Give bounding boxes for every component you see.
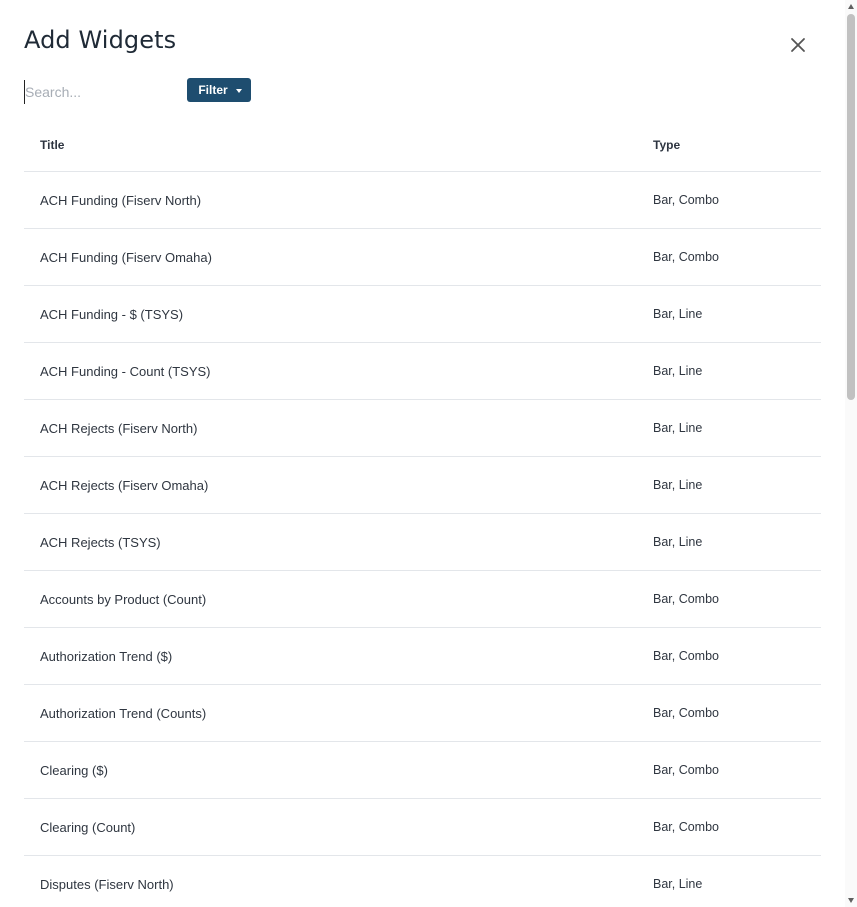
table-row[interactable]: Authorization Trend (Counts) Bar, Combo xyxy=(24,685,821,742)
row-title-cell: ACH Rejects (TSYS) xyxy=(40,535,161,550)
table-body: ACH Funding (Fiserv North) Bar, Combo ACH … xyxy=(24,172,821,907)
row-type-cell: Bar, Combo xyxy=(653,763,720,777)
table-row[interactable]: ACH Funding (Fiserv Omaha) Bar, Combo xyxy=(24,229,821,286)
row-type-cell: Bar, Combo xyxy=(653,649,720,663)
table-row[interactable]: ACH Funding - $ (TSYS) Bar, Line xyxy=(24,286,821,343)
table-row[interactable]: Disputes (Fiserv North) Bar, Line xyxy=(24,856,821,907)
row-type-cell: Bar, Line xyxy=(653,307,703,321)
add-widgets-dialog: Add Widgets Filter Title Type ACH Fundin… xyxy=(0,0,857,907)
close-button[interactable] xyxy=(787,34,809,56)
row-type-cell: Bar, Line xyxy=(653,478,703,492)
row-type-cell: Bar, Line xyxy=(653,364,703,378)
row-type-cell: Bar, Line xyxy=(653,421,703,435)
row-title-cell: Disputes (Fiserv North) xyxy=(40,877,174,892)
column-header-title: Title xyxy=(40,138,65,152)
row-type-cell: Bar, Combo xyxy=(653,592,720,606)
row-title-cell: ACH Rejects (Fiserv North) xyxy=(40,421,198,436)
table-row[interactable]: Clearing ($) Bar, Combo xyxy=(24,742,821,799)
row-type-cell: Bar, Combo xyxy=(653,820,720,834)
table-row[interactable]: ACH Funding - Count (TSYS) Bar, Line xyxy=(24,343,821,400)
row-title-cell: ACH Funding (Fiserv Omaha) xyxy=(40,250,212,265)
row-title-cell: ACH Funding - $ (TSYS) xyxy=(40,307,184,322)
table-row[interactable]: Authorization Trend ($) Bar, Combo xyxy=(24,628,821,685)
table-row[interactable]: Accounts by Product (Count) Bar, Combo xyxy=(24,571,821,628)
filter-button[interactable]: Filter xyxy=(187,78,251,102)
row-title-cell: ACH Rejects (Fiserv Omaha) xyxy=(40,478,209,493)
row-type-cell: Bar, Line xyxy=(653,535,703,549)
row-type-cell: Bar, Combo xyxy=(653,250,720,264)
table-row[interactable]: Clearing (Count) Bar, Combo xyxy=(24,799,821,856)
scroll-down-arrow-icon[interactable] xyxy=(848,898,854,903)
row-type-cell: Bar, Combo xyxy=(653,193,720,207)
widgets-table: Title Type ACH Funding (Fiserv North) Bar… xyxy=(24,117,821,907)
row-title-cell: Clearing ($) xyxy=(40,763,108,778)
vertical-scrollbar[interactable] xyxy=(845,0,857,907)
row-title-cell: Accounts by Product (Count) xyxy=(40,592,207,607)
row-title-cell: ACH Funding (Fiserv North) xyxy=(40,193,202,208)
row-type-cell: Bar, Combo xyxy=(653,706,720,720)
row-title-cell: ACH Funding - Count (TSYS) xyxy=(40,364,211,379)
row-type-cell: Bar, Line xyxy=(653,877,703,891)
table-row[interactable]: ACH Rejects (TSYS) Bar, Line xyxy=(24,514,821,571)
caret-down-icon xyxy=(235,88,242,93)
column-header-type: Type xyxy=(653,138,681,152)
row-title-cell: Authorization Trend ($) xyxy=(40,649,173,664)
table-row[interactable]: ACH Funding (Fiserv North) Bar, Combo xyxy=(24,172,821,229)
search-input[interactable] xyxy=(24,80,175,104)
dialog-title: Add Widgets xyxy=(24,26,177,54)
table-row[interactable]: ACH Rejects (Fiserv Omaha) Bar, Line xyxy=(24,457,821,514)
table-header: Title Type xyxy=(24,117,821,172)
search-container xyxy=(24,80,175,104)
scroll-up-arrow-icon[interactable] xyxy=(848,4,854,9)
table-row[interactable]: ACH Rejects (Fiserv North) Bar, Line xyxy=(24,400,821,457)
close-icon xyxy=(791,38,805,52)
row-title-cell: Clearing (Count) xyxy=(40,820,136,835)
scrollbar-thumb[interactable] xyxy=(847,14,855,400)
filter-button-label: Filter xyxy=(198,83,228,97)
row-title-cell: Authorization Trend (Counts) xyxy=(40,706,207,721)
